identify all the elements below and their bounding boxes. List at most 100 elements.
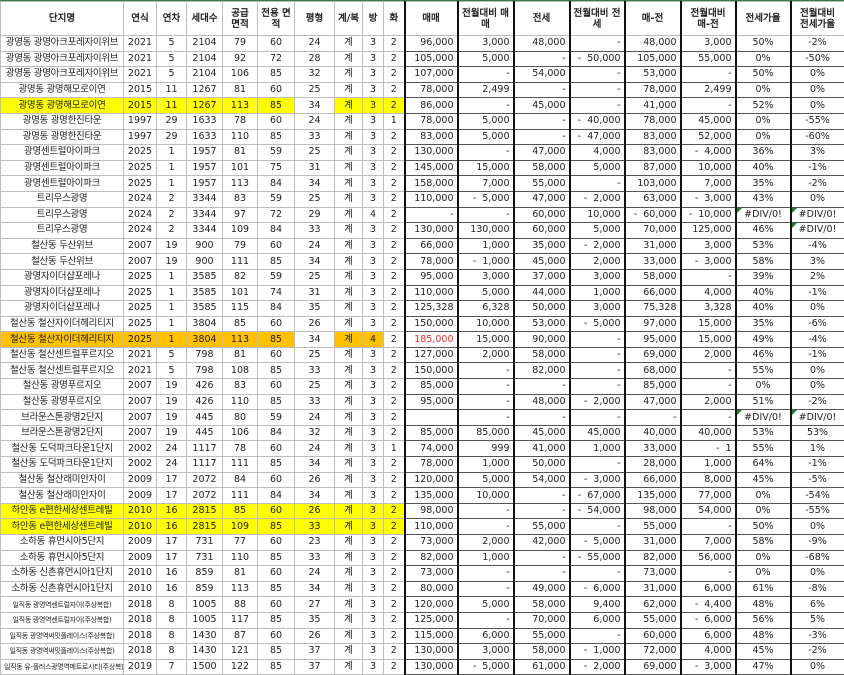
cell-baths[interactable]: 2 <box>383 534 405 551</box>
cell-built-year[interactable]: 2021 <box>123 35 157 52</box>
cell-sale-minus-jeonse[interactable]: 28,000 <box>623 456 682 473</box>
cell-exclusive-area[interactable]: 60 <box>257 596 295 613</box>
cell-pyeong[interactable]: 33 <box>294 549 335 567</box>
cell-sale-minus-jeonse[interactable]: 68,000 <box>623 362 682 380</box>
cell-built-year[interactable]: 2010 <box>123 518 157 535</box>
cell-age[interactable]: 2 <box>156 222 187 239</box>
cell-baths[interactable]: 2 <box>383 346 405 364</box>
cell-households[interactable]: 2072 <box>186 471 223 489</box>
cell-pyeong[interactable]: 26 <box>294 627 335 645</box>
cell-jeonse-price[interactable]: 48,000 <box>512 393 571 411</box>
cell-jeonse-ratio-mom-change[interactable]: 3% <box>789 253 844 270</box>
cell-households[interactable]: 2104 <box>186 66 223 83</box>
cell-jeonse-ratio-mom-change[interactable]: 0% <box>789 658 844 675</box>
cell-age[interactable]: 11 <box>156 81 187 99</box>
cell-jeonse-price[interactable]: 82,000 <box>512 362 571 380</box>
cell-jeonse-price[interactable]: - <box>512 549 571 567</box>
cell-sale-mom-change[interactable]: - 1,000 <box>456 253 515 270</box>
cell-rooms[interactable]: 3 <box>362 456 384 473</box>
cell-baths[interactable]: 2 <box>383 549 405 567</box>
cell-exclusive-area[interactable]: 85 <box>257 643 295 660</box>
cell-built-year[interactable]: 2007 <box>123 237 157 255</box>
cell-type[interactable]: 계 <box>334 175 363 192</box>
cell-supply-area[interactable]: 85 <box>222 502 258 520</box>
cell-jeonse-ratio[interactable]: 36% <box>734 144 792 161</box>
cell-jeonse-price[interactable]: 49,000 <box>512 580 571 598</box>
cell-households[interactable]: 1633 <box>186 112 223 130</box>
cell-sale-mom-change[interactable]: 1,000 <box>456 549 515 567</box>
cell-exclusive-area[interactable]: 60 <box>257 81 295 99</box>
cell-jeonse-mom-change[interactable]: - <box>568 362 626 380</box>
cell-age[interactable]: 8 <box>156 611 187 629</box>
cell-complex-name[interactable]: 트리우스광명 <box>0 222 124 239</box>
cell-jeonse-price[interactable]: 60,000 <box>512 206 571 224</box>
cell-supply-area[interactable]: 111 <box>222 456 258 473</box>
cell-sale-minus-jeonse[interactable]: 69,000 <box>623 346 682 364</box>
cell-baths[interactable]: 2 <box>383 175 405 192</box>
cell-rooms[interactable]: 3 <box>362 643 384 660</box>
cell-sale-mom-change[interactable]: 1,000 <box>456 456 515 473</box>
cell-jeonse-mom-change[interactable]: - 2,000 <box>568 393 626 411</box>
cell-sale-minus-jeonse[interactable]: 47,000 <box>623 393 682 411</box>
cell-sale-minus-jeonse[interactable]: 83,000 <box>623 128 682 146</box>
cell-jeonse-price[interactable]: 47,000 <box>512 190 571 208</box>
cell-sale-price[interactable] <box>403 409 459 426</box>
cell-households[interactable]: 1430 <box>186 627 223 645</box>
cell-jeonse-ratio-mom-change[interactable]: 0% <box>789 565 844 582</box>
cell-baths[interactable]: 2 <box>383 658 405 675</box>
cell-baths[interactable]: 2 <box>383 253 405 270</box>
cell-sale-price[interactable]: 145,000 <box>403 159 459 177</box>
cell-baths[interactable]: 2 <box>383 331 405 348</box>
cell-jeonse-ratio-mom-change[interactable]: -2% <box>789 175 844 192</box>
cell-jeonse-mom-change[interactable]: - 5,000 <box>568 315 626 333</box>
cell-jeonse-price[interactable]: 58,000 <box>512 643 571 660</box>
column-header-rooms[interactable]: 방 <box>362 1 384 36</box>
cell-households[interactable]: 1005 <box>186 611 223 629</box>
cell-pyeong[interactable]: 34 <box>294 456 335 473</box>
cell-age[interactable]: 1 <box>156 268 187 286</box>
cell-jeonse-ratio-mom-change[interactable]: -2% <box>789 35 844 52</box>
cell-households[interactable]: 2104 <box>186 50 223 68</box>
cell-baths[interactable]: 2 <box>383 565 405 582</box>
cell-jeonse-ratio[interactable]: 0% <box>734 81 792 99</box>
cell-gap-mom-change[interactable]: 125,000 <box>679 222 737 239</box>
cell-complex-name[interactable]: 광명동 광명아크포레자이위브 <box>0 50 124 68</box>
cell-type[interactable]: 계 <box>334 471 363 489</box>
cell-jeonse-price[interactable]: - <box>512 378 571 395</box>
cell-households[interactable]: 3585 <box>186 268 223 286</box>
cell-jeonse-mom-change[interactable]: 3,000 <box>568 268 626 286</box>
cell-exclusive-area[interactable]: 85 <box>257 393 295 411</box>
cell-jeonse-mom-change[interactable]: - <box>568 331 626 348</box>
cell-households[interactable]: 1267 <box>186 81 223 99</box>
cell-sale-minus-jeonse[interactable]: 69,000 <box>623 658 682 675</box>
cell-baths[interactable]: 2 <box>383 611 405 629</box>
cell-jeonse-price[interactable]: 35,000 <box>512 237 571 255</box>
column-header-age[interactable]: 연차 <box>156 1 187 36</box>
cell-age[interactable]: 8 <box>156 643 187 660</box>
cell-supply-area[interactable]: 81 <box>222 346 258 364</box>
cell-jeonse-ratio[interactable]: 0% <box>734 487 792 504</box>
cell-age[interactable]: 1 <box>156 144 187 161</box>
cell-jeonse-ratio[interactable]: 61% <box>734 580 792 598</box>
cell-complex-name[interactable]: 광명센트럴아이파크 <box>0 144 124 161</box>
cell-jeonse-ratio[interactable]: 45% <box>734 471 792 489</box>
cell-pyeong[interactable]: 26 <box>294 502 335 520</box>
cell-age[interactable]: 16 <box>156 518 187 535</box>
cell-complex-name[interactable]: 광명자이더샵포레나 <box>0 284 124 302</box>
cell-built-year[interactable]: 2018 <box>123 611 157 629</box>
cell-pyeong[interactable]: 26 <box>294 471 335 489</box>
cell-pyeong[interactable]: 28 <box>294 50 335 68</box>
cell-sale-price[interactable]: 130,000 <box>403 222 459 239</box>
cell-sale-mom-change[interactable]: 3,000 <box>456 643 515 660</box>
cell-jeonse-ratio[interactable]: 46% <box>734 346 792 364</box>
cell-sale-minus-jeonse[interactable]: 33,000 <box>623 440 682 458</box>
cell-supply-area[interactable]: 88 <box>222 596 258 613</box>
cell-jeonse-ratio-mom-change[interactable]: 1% <box>789 440 844 458</box>
cell-households[interactable]: 1430 <box>186 643 223 660</box>
cell-type[interactable]: 계 <box>334 128 363 146</box>
cell-gap-mom-change[interactable]: - 1 <box>679 440 737 458</box>
cell-households[interactable]: 900 <box>186 237 223 255</box>
cell-complex-name[interactable]: 철산동 철산센트럴푸르지오 <box>0 346 124 364</box>
cell-households[interactable]: 445 <box>186 424 223 442</box>
cell-exclusive-area[interactable]: 84 <box>257 424 295 442</box>
